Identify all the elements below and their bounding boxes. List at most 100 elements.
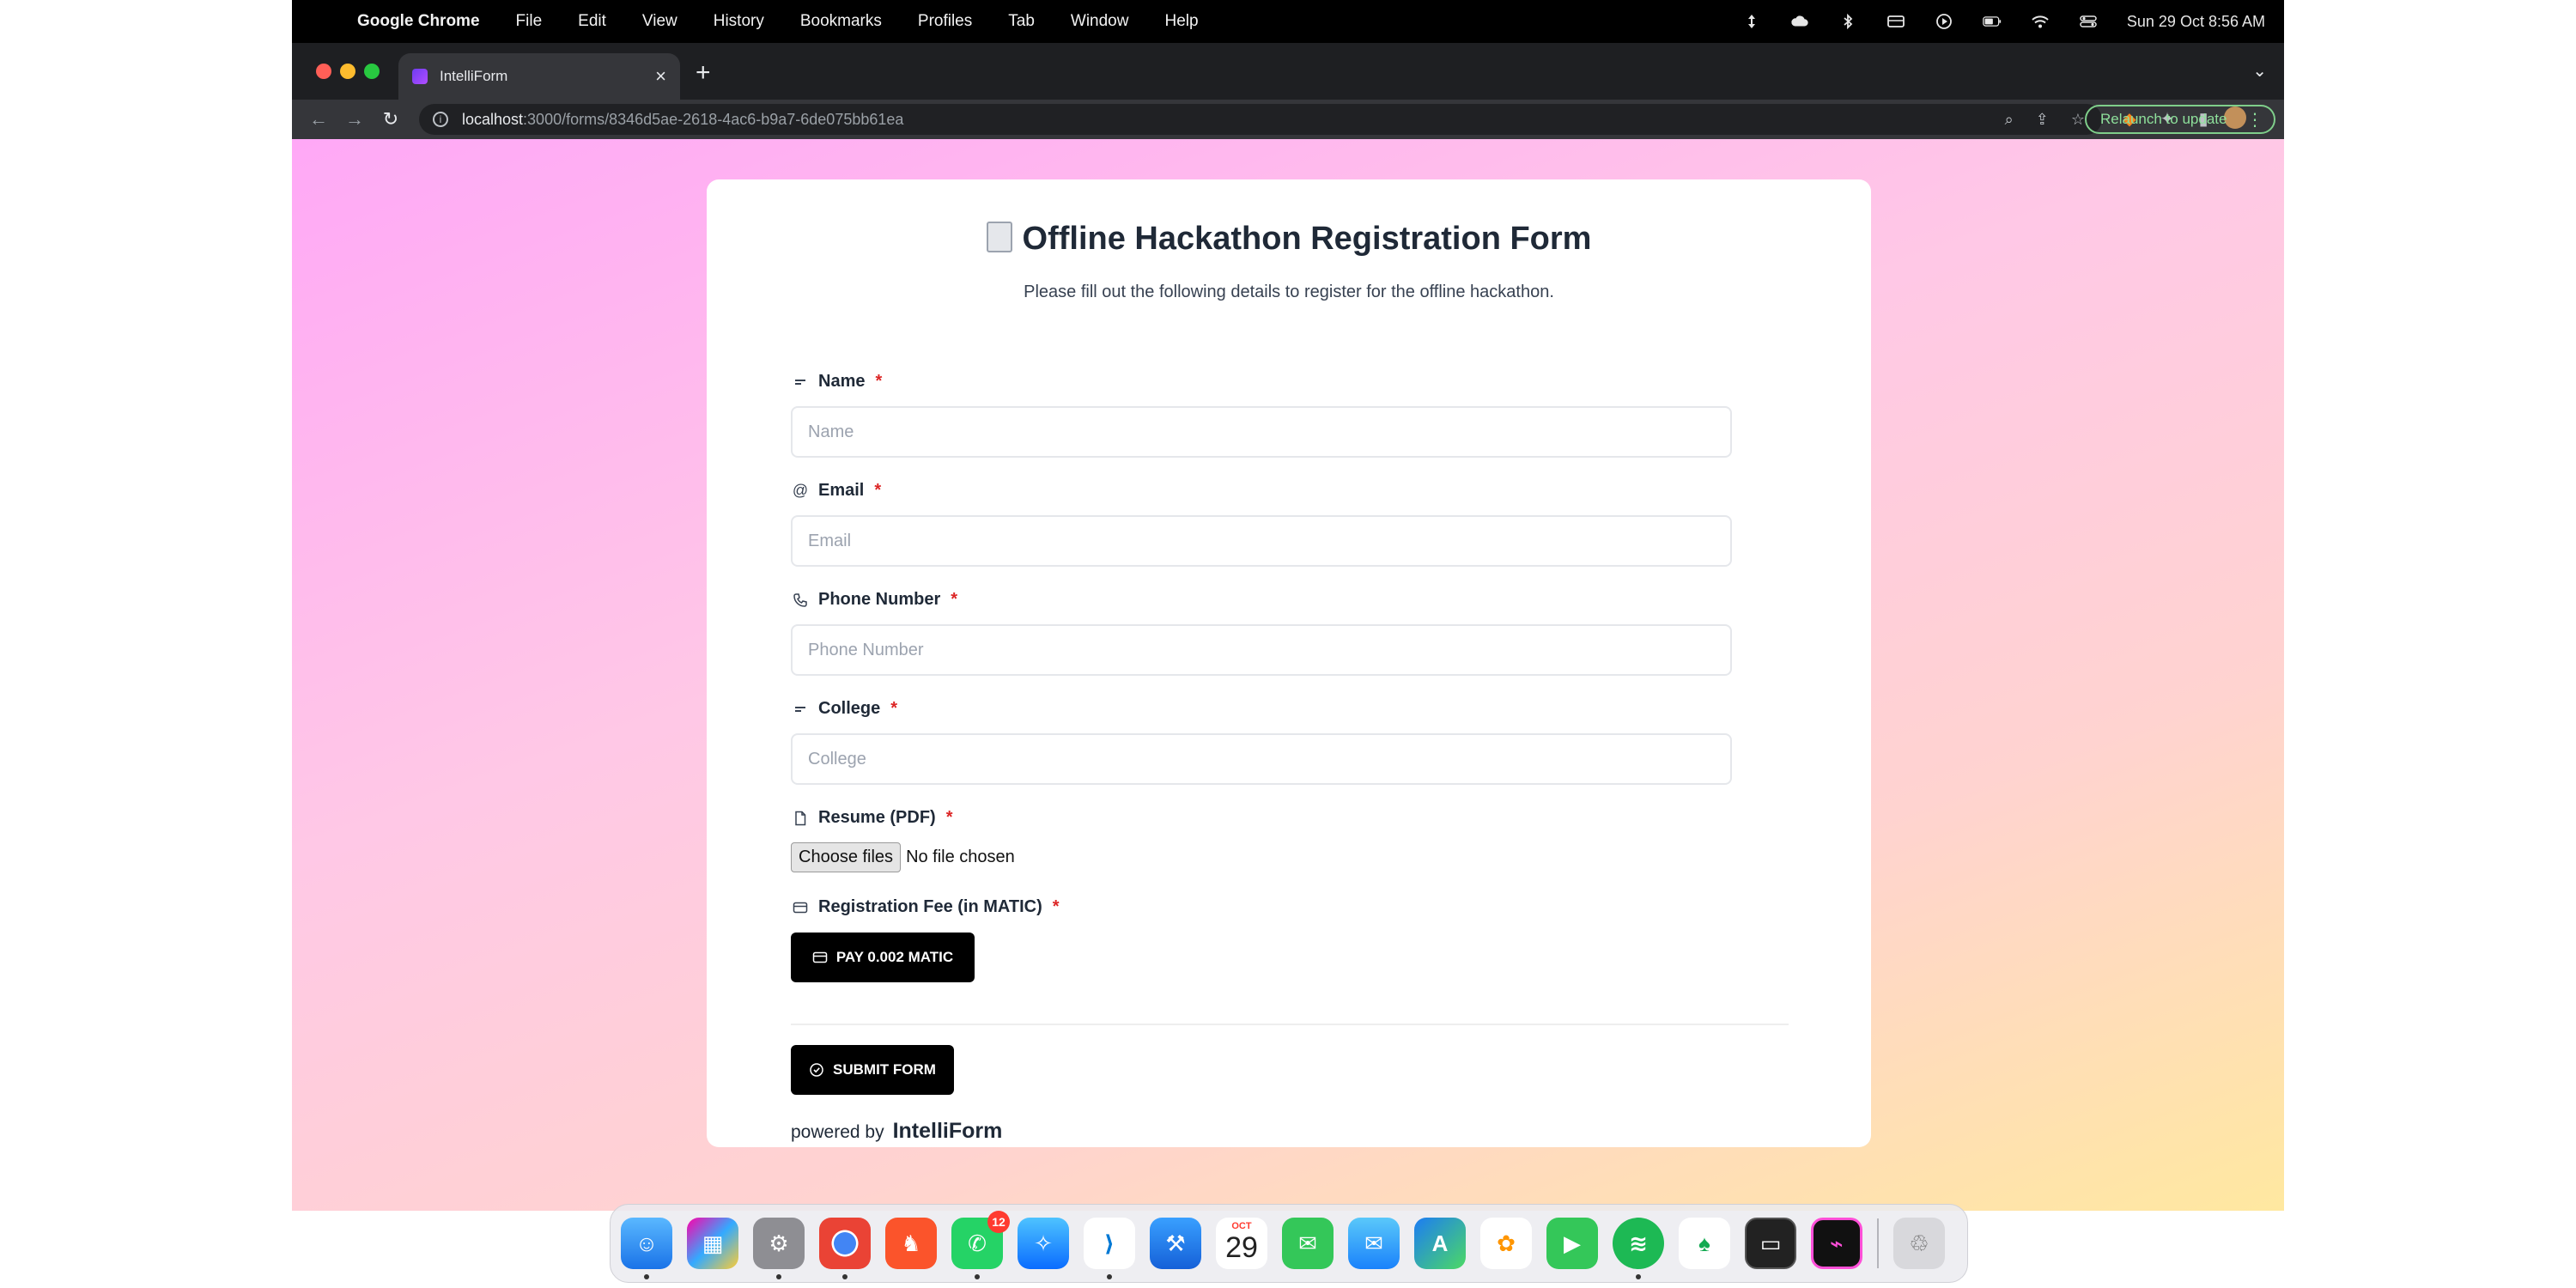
vscode-icon[interactable]: ⟩ [1084,1218,1135,1279]
zoom-window-button[interactable] [364,64,380,79]
zoom-icon[interactable]: ⌕ [2005,111,2014,129]
share-icon[interactable]: ⇪ [2036,111,2049,129]
finder-icon[interactable]: ☺ [621,1218,672,1279]
facetime-icon[interactable]: ▶ [1546,1218,1598,1269]
omnibox-actions: ⌕ ⇪ ☆ [2005,104,2085,135]
menu-bookmarks[interactable]: Bookmarks [800,12,882,31]
mongodb-compass-icon[interactable]: ♠ [1679,1218,1730,1269]
calendar-day: 29 [1225,1231,1258,1264]
site-info-icon[interactable]: i [433,112,448,127]
tab-title: IntelliForm [440,68,508,84]
pay-matic-button[interactable]: PAY 0.002 MATIC [791,933,975,982]
app-store-icon[interactable]: A [1414,1218,1466,1269]
credit-card-icon [812,951,828,963]
mail-icon[interactable]: ✉ [1348,1218,1400,1269]
close-window-button[interactable] [316,64,331,79]
name-input[interactable] [791,406,1732,458]
play-icon[interactable] [1935,14,1953,29]
favicon-icon [412,69,428,84]
whatsapp-icon[interactable]: ✆ 12 [951,1211,1010,1279]
required-marker: * [875,372,883,391]
relaunch-button[interactable]: Relaunch to update ⋮ [2085,105,2275,134]
phone-icon [791,591,810,610]
text-lines-icon [791,373,810,392]
phone-label: Phone Number * [791,590,957,610]
new-tab-button[interactable]: + [696,58,711,88]
macos-dock: ☺ ▦ ⚙ ♞ ✆ 12 ✧ ⟩ ⚒ OCT 29 ✉ ✉ A ✿ ▶ ≋ ♠ ▭… [610,1204,1968,1283]
status-area: Sun 29 Oct 8:56 AM [1742,0,2265,43]
powered-by-text: powered by [791,1122,884,1142]
back-arrow-icon[interactable]: ← [306,106,331,132]
menu-history[interactable]: History [714,12,764,31]
forward-arrow-icon[interactable]: → [342,106,368,132]
macos-menubar: Google Chrome File Edit View History Boo… [292,0,2284,43]
calendar-icon[interactable]: OCT 29 [1216,1218,1267,1269]
email-label: @ Email * [792,481,882,500]
url-path: :3000/forms/8346d5ae-2618-4ac6-b9a7-6de0… [523,110,904,128]
spotify-icon[interactable]: ≋ [1613,1218,1664,1279]
clock[interactable]: Sun 29 Oct 8:56 AM [2127,13,2265,31]
terminal-icon[interactable]: ▭ [1745,1218,1796,1269]
trash-icon[interactable]: ♲ [1893,1218,1945,1269]
required-marker: * [945,808,953,827]
chevron-down-icon[interactable]: ⌄ [2252,60,2267,82]
submit-form-button[interactable]: SUBMIT FORM [791,1045,954,1095]
menu-profiles[interactable]: Profiles [918,12,972,31]
pay-button-label: PAY 0.002 MATIC [835,949,954,965]
arrows-icon[interactable] [1742,14,1761,29]
brand-logo-text[interactable]: IntelliForm [893,1119,1003,1144]
menu-edit[interactable]: Edit [578,12,606,31]
divider [791,1024,1789,1025]
tab-intelliform[interactable]: IntelliForm × [398,53,680,100]
check-circle-icon [810,1063,823,1077]
menu-tab[interactable]: Tab [1008,12,1035,31]
running-indicator [1107,1274,1112,1279]
bluetooth-icon[interactable] [1838,13,1857,30]
name-label: Name * [791,372,882,392]
menu-help[interactable]: Help [1164,12,1198,31]
bookmark-star-icon[interactable]: ☆ [2071,111,2085,129]
running-indicator [776,1274,781,1279]
credit-card-icon [791,898,810,917]
menu-file[interactable]: File [516,12,543,31]
kebab-menu-icon[interactable]: ⋮ [2246,109,2263,131]
college-input[interactable] [791,733,1732,785]
control-center-icon[interactable] [2079,14,2098,29]
battery-icon[interactable] [1983,14,2002,29]
photos-icon[interactable]: ✿ [1480,1218,1532,1269]
form-title: Offline Hackathon Registration Form [707,221,1871,258]
address-bar[interactable]: i localhost :3000/forms/8346d5ae-2618-4a… [419,104,2102,135]
phone-number-input[interactable] [791,624,1732,676]
xcode-icon[interactable]: ⚒ [1150,1218,1201,1269]
safari-icon[interactable]: ✧ [1018,1218,1069,1269]
powered-by: powered by IntelliForm [791,1119,1002,1144]
choose-files-button[interactable]: Choose files [791,842,902,872]
menu-app-name[interactable]: Google Chrome [357,12,480,31]
document-icon [986,222,1012,252]
file-icon [791,809,810,828]
chrome-icon[interactable] [819,1218,871,1279]
hyper-terminal-icon[interactable]: ⌁ [1811,1218,1862,1269]
tab-close-icon[interactable]: × [655,65,666,88]
url-host: localhost [462,110,524,128]
minimize-window-button[interactable] [340,64,355,79]
form-subtitle: Please fill out the following details to… [1024,283,1554,301]
screen: Google Chrome File Edit View History Boo… [292,0,2284,1211]
submit-button-label: SUBMIT FORM [833,1061,936,1078]
running-indicator [842,1274,848,1279]
system-settings-icon[interactable]: ⚙ [753,1218,805,1279]
cloud-icon[interactable] [1790,14,1809,29]
required-marker: * [951,590,958,609]
menu-view[interactable]: View [642,12,677,31]
registration-fee-label: Registration Fee (in MATIC) * [791,897,1060,917]
dock-separator [1877,1218,1879,1268]
email-input[interactable] [791,515,1732,567]
wifi-icon[interactable] [2031,14,2050,29]
display-icon[interactable] [1886,14,1905,29]
brave-icon[interactable]: ♞ [885,1218,937,1269]
form-title-text: Offline Hackathon Registration Form [1022,221,1592,257]
reload-icon[interactable]: ↻ [378,106,404,132]
launchpad-icon[interactable]: ▦ [687,1218,738,1269]
messages-icon[interactable]: ✉ [1282,1218,1334,1269]
menu-window[interactable]: Window [1071,12,1129,31]
